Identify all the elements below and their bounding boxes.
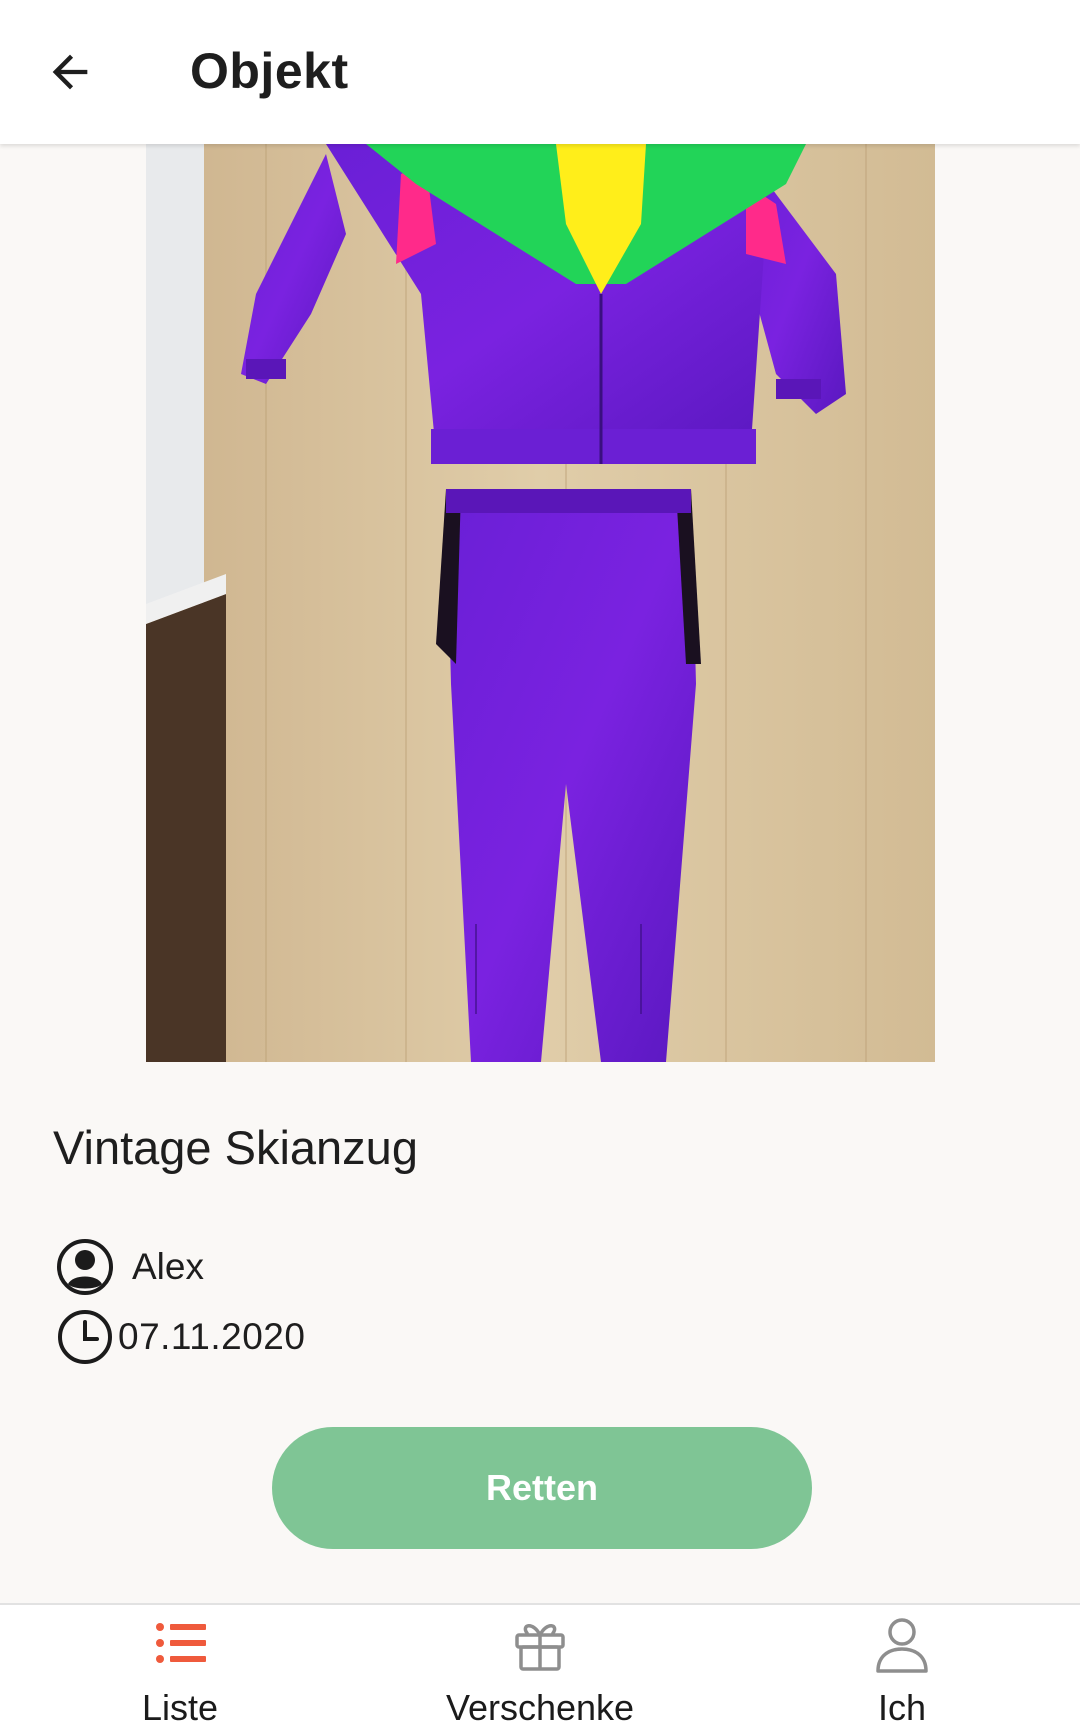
- owner-name: Alex: [132, 1246, 204, 1287]
- account-circle-icon: [57, 1239, 113, 1295]
- owner-row: Alex: [56, 1238, 204, 1296]
- nav-item-ich[interactable]: Ich: [752, 1605, 1052, 1726]
- top-app-bar: Objekt: [0, 0, 1080, 144]
- page-title: Objekt: [190, 43, 349, 99]
- nav-label-liste: Liste: [141, 1687, 219, 1726]
- date-row: 07.11.2020: [56, 1308, 305, 1366]
- item-photo[interactable]: [146, 144, 935, 1062]
- nav-item-liste[interactable]: Liste: [30, 1605, 330, 1726]
- rescue-button[interactable]: Retten: [272, 1427, 812, 1549]
- app-screen: Objekt Vintage Skianzug Alex 07.11.2020 …: [0, 0, 1080, 1726]
- nav-label-ich: Ich: [877, 1687, 927, 1726]
- nav-item-verschenke[interactable]: Verschenke: [390, 1605, 690, 1726]
- list-icon: [156, 1623, 206, 1663]
- nav-label-verschenke: Verschenke: [445, 1687, 635, 1726]
- ski-suit-image: [146, 144, 935, 1062]
- posted-date: 07.11.2020: [118, 1316, 306, 1357]
- arrow-left-icon: [52, 54, 88, 90]
- item-title: Vintage Skianzug: [53, 1121, 418, 1174]
- person-icon: [876, 1618, 928, 1673]
- clock-icon: [58, 1310, 112, 1364]
- back-button[interactable]: [30, 32, 110, 112]
- bottom-navigation: Liste Verschenke Ich: [0, 1603, 1080, 1726]
- gift-icon: [515, 1624, 565, 1671]
